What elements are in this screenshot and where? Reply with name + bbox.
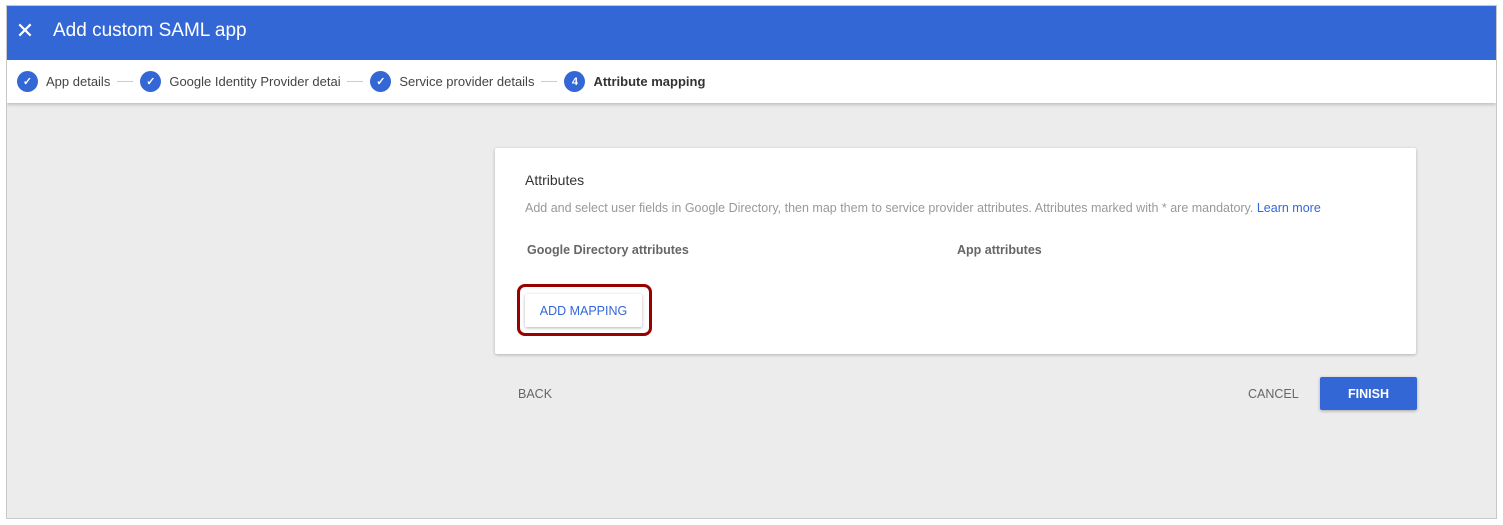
attributes-card: Attributes Add and select user fields in… (495, 148, 1416, 354)
stepper: ✓ App details ✓ Google Identity Provider… (7, 60, 1496, 103)
step-label: Google Identity Provider details (169, 74, 341, 89)
column-google-directory: Google Directory attributes (527, 243, 689, 257)
column-app-attributes: App attributes (957, 243, 1042, 257)
check-icon: ✓ (370, 71, 392, 92)
step-divider (347, 81, 364, 82)
step-divider (117, 81, 134, 82)
dialog-frame: ✕ Add custom SAML app ✓ App details ✓ Go… (6, 5, 1497, 519)
step-attribute-mapping[interactable]: 4 Attribute mapping (564, 71, 705, 92)
check-icon: ✓ (140, 71, 162, 92)
step-idp-details[interactable]: ✓ Google Identity Provider details (140, 71, 340, 92)
description-text: Add and select user fields in Google Dir… (525, 201, 1254, 215)
card-title: Attributes (525, 172, 585, 188)
step-number: 4 (564, 71, 586, 92)
check-icon: ✓ (17, 71, 38, 92)
back-button[interactable]: BACK (518, 387, 552, 401)
close-icon[interactable]: ✕ (15, 17, 35, 45)
card-description: Add and select user fields in Google Dir… (525, 201, 1321, 215)
step-divider (541, 81, 558, 82)
learn-more-link[interactable]: Learn more (1257, 201, 1321, 215)
step-label: App details (46, 74, 111, 89)
finish-button[interactable]: FINISH (1320, 377, 1417, 410)
step-app-details[interactable]: ✓ App details (17, 71, 110, 92)
cancel-button[interactable]: CANCEL (1248, 387, 1299, 401)
header: ✕ Add custom SAML app (7, 6, 1496, 60)
step-sp-details[interactable]: ✓ Service provider details (370, 71, 534, 92)
add-mapping-button[interactable]: ADD MAPPING (525, 294, 642, 327)
page-title: Add custom SAML app (53, 20, 247, 41)
step-label: Attribute mapping (593, 74, 706, 89)
step-label: Service provider details (399, 74, 535, 89)
